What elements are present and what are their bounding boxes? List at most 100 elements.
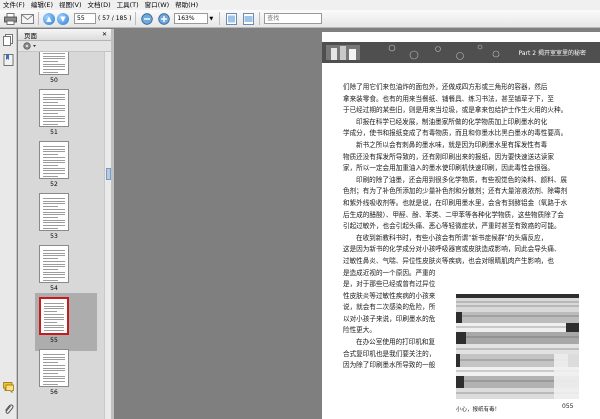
page-thumbnail[interactable]: [39, 141, 69, 179]
thumbnail-text-line: [43, 252, 65, 254]
thumbnail-text-line: [43, 112, 58, 114]
thumbnail-text-line: [43, 156, 65, 158]
thumbnail-page-label: 56: [50, 389, 58, 396]
page-thumbnail[interactable]: [39, 297, 69, 335]
menu-view[interactable]: 视图(V): [57, 0, 86, 10]
comments-icon[interactable]: [3, 381, 14, 393]
thumbnail-text-line: [43, 159, 65, 161]
toolbar-separator: [219, 12, 221, 25]
pages-panel-icon[interactable]: [3, 34, 14, 46]
thumbnail-text-line: [43, 175, 58, 177]
attachment-paperclip-icon[interactable]: [3, 403, 14, 415]
thumbnail-text-line: [43, 227, 58, 229]
page-count-label: ( 57 / 185 ): [98, 15, 132, 22]
bookmarks-panel-icon[interactable]: [3, 54, 14, 66]
pages-panel: 页面 ✕ 50 51 52 53 54 55 56: [18, 29, 111, 419]
thumbnail-text-line: [43, 148, 65, 150]
text-line: 过敏性鼻炎、气喘、异位性皮肤炎等疾病，也会对眼睛肌肉产生影响，也: [343, 256, 554, 265]
page-thumbnail[interactable]: [39, 52, 69, 75]
thumbnail-page-label: 51: [50, 129, 58, 136]
thumbnail-text-line: [43, 170, 65, 172]
menu-document[interactable]: 文档(D): [86, 0, 115, 10]
menu-edit[interactable]: 编辑(E): [29, 0, 57, 10]
thumbnail-text-line: [44, 332, 57, 333]
arrow-down-icon: ▼: [60, 14, 66, 23]
thumbnail-text-line: [43, 55, 65, 57]
page-thumbnail[interactable]: [39, 193, 69, 231]
print-button[interactable]: [3, 12, 17, 26]
menu-window[interactable]: 窗口(W): [143, 0, 174, 10]
menu-file[interactable]: 文件(F): [1, 0, 29, 10]
thumbnail-text-line: [43, 250, 65, 251]
thumbnail-text-line: [43, 198, 65, 199]
thumbnail-text-line: [43, 364, 65, 366]
page-thumbnail[interactable]: [39, 89, 69, 127]
thumbnail-text-line: [43, 216, 58, 218]
thumbnail-text-line: [43, 378, 65, 380]
text-line: 引起过敏外，也会引起头痛、恶心等轻微症状，严重时甚至有致癌的可能。: [343, 222, 561, 231]
search-input[interactable]: [264, 13, 323, 24]
toolbar-separator: [135, 12, 137, 25]
thumbnail-text-line: [43, 255, 65, 257]
chapter-banner: Part 2 揭开室室里的秘密: [322, 42, 600, 63]
printer-icon: [3, 12, 17, 25]
menu-tools[interactable]: 工具(T): [115, 0, 143, 10]
thumbnail-page-label: 55: [50, 337, 58, 344]
page-number-input[interactable]: [74, 13, 96, 24]
thumbnail-text-line: [43, 94, 65, 95]
thumbnail-text-line: [43, 107, 65, 109]
text-line: 色剂；有为了补色所添加的少量补色剂和分散剂；还有大量溶液浓剂、除霉剂: [343, 187, 568, 196]
fit-width-button[interactable]: [241, 12, 255, 26]
thumbnail-text-line: [43, 146, 65, 147]
fit-width-icon: [242, 12, 254, 25]
photo-caption: 小心，报纸有毒！: [456, 407, 501, 413]
thumbnail-text-line: [43, 263, 65, 265]
thumbnail-list[interactable]: 50 51 52 53 54 55 56: [18, 52, 111, 418]
thumbnail-text-line: [43, 219, 65, 221]
thumbnail-scrollbar[interactable]: [104, 52, 111, 419]
thumbnail-text-line: [44, 308, 64, 310]
thumbnail-text-line: [43, 200, 65, 202]
thumbnail-text-line: [43, 354, 65, 355]
thumbnail-text-line: [44, 305, 64, 307]
toolbar-separator: [259, 12, 261, 25]
thumbnail-text-line: [43, 271, 65, 273]
previous-page-button[interactable]: ▲: [43, 12, 55, 25]
thumbnail-text-line: [43, 115, 65, 117]
thumbnail-text-line: [43, 52, 65, 54]
zoom-in-button[interactable]: [157, 12, 171, 26]
panel-splitter[interactable]: [111, 29, 114, 419]
thumbnail-text-line: [44, 319, 64, 321]
options-icon[interactable]: [23, 42, 38, 50]
thumbnail-text-line: [43, 99, 65, 101]
thumbnail-text-line: [43, 206, 58, 208]
thumbnail-text-line: [43, 372, 58, 374]
thumbnail-text-line: [43, 277, 65, 278]
page-thumbnail[interactable]: [39, 349, 69, 387]
zoom-level-input[interactable]: [174, 13, 209, 24]
thumbnail-text-line: [43, 208, 65, 210]
next-page-button[interactable]: ▼: [57, 12, 69, 25]
text-line: 学成分，使书和报纸变成了有毒物质，而且和你墨水比黑白墨水的毒性要高。: [343, 129, 568, 138]
thumbnail-text-line: [44, 330, 64, 331]
thumbnail-page-label: 54: [50, 285, 58, 292]
zoom-out-button[interactable]: [140, 12, 154, 26]
thumbnail-text-line: [43, 359, 65, 361]
fit-page-button[interactable]: [224, 12, 238, 26]
thumbnail-text-line: [43, 356, 65, 358]
thumbnail-text-line: [44, 316, 64, 318]
toolbar-separator: [38, 12, 39, 25]
toolbar: ▲ ▼ ( 57 / 185 ) ▼: [0, 10, 600, 28]
thumbnail-text-line: [43, 362, 58, 364]
thumbnail-text-line: [43, 370, 65, 372]
email-button[interactable]: [20, 12, 34, 26]
text-line: 是造成近视的一个原因。严重的: [343, 268, 436, 277]
thumbnail-text-line: [43, 167, 65, 169]
text-line: 在收到新教科书时，有些小孩会有所谓“新书症候群”的头痛反应，: [356, 233, 548, 242]
page-thumbnail[interactable]: [39, 245, 69, 283]
menu-help[interactable]: 帮助(H): [173, 0, 202, 10]
zoom-dropdown-icon[interactable]: ▼: [209, 16, 213, 22]
thumbnail-text-line: [43, 173, 65, 174]
thumbnail-text-line: [43, 381, 65, 382]
close-panel-icon[interactable]: ✕: [102, 31, 107, 38]
